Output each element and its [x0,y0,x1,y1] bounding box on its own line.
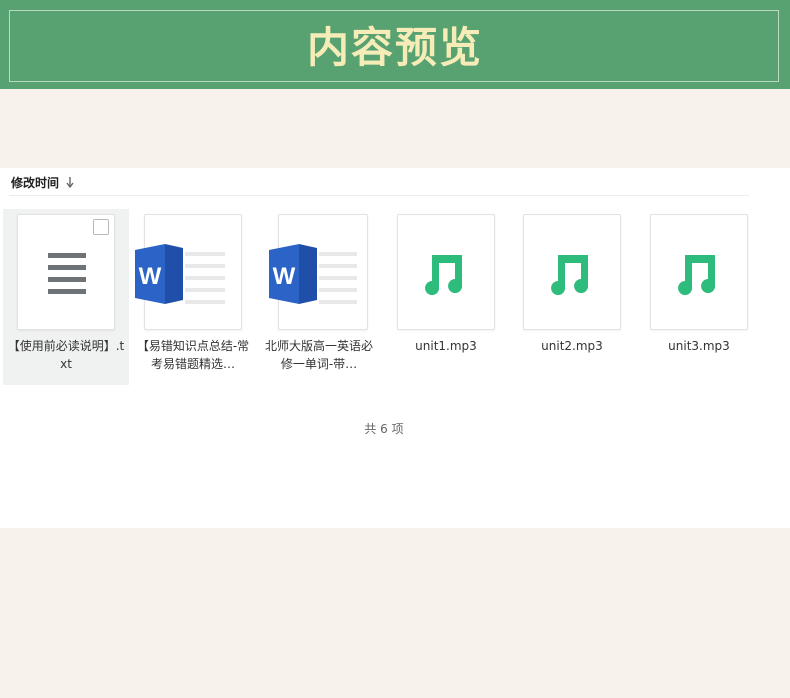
file-thumbnail: W [135,214,242,330]
page-title: 内容预览 [306,23,483,72]
file-thumbnail [650,214,748,330]
word-file-icon: W [135,244,183,304]
file-item[interactable]: unit3.mp3 [636,209,762,385]
arrow-down-icon [66,176,74,189]
text-file-icon-line [48,265,86,270]
file-item[interactable]: W 【易错知识点总结-常考易错题精选… [130,209,256,385]
file-name: 【使用前必读说明】.txt [7,339,125,371]
file-thumbnail: W [269,214,368,330]
file-name: 【易错知识点总结-常考易错题精选… [136,339,250,371]
file-item[interactable]: W 北师大版高一英语必修一单词-带… [256,209,382,385]
header-banner: 内容预览 [0,0,790,89]
text-file-icon-line [48,277,86,282]
music-file-icon [551,255,589,295]
file-name: 北师大版高一英语必修一单词-带… [264,339,373,371]
word-file-icon: W [269,244,317,304]
sort-label: 修改时间 [11,175,60,190]
file-item[interactable]: 【使用前必读说明】.txt [3,209,129,385]
select-checkbox[interactable] [93,219,109,235]
svg-text:W: W [139,263,162,290]
divider [9,195,749,196]
text-file-icon [48,253,86,258]
file-browser-panel: 修改时间 【使用前必读说明】.txt W 【易错知识点总结-常考易错题精选… W… [0,168,790,528]
item-count: 共 6 项 [364,422,404,436]
music-file-icon [678,255,716,295]
music-file-icon [425,255,463,295]
sort-control[interactable]: 修改时间 [11,174,74,190]
file-name: unit3.mp3 [668,339,730,353]
file-thumbnail [17,214,115,330]
svg-text:W: W [273,263,296,290]
file-name: unit1.mp3 [415,339,477,353]
file-item[interactable]: unit1.mp3 [383,209,509,385]
file-thumbnail [523,214,621,330]
text-file-icon-line [48,289,86,294]
file-thumbnail [397,214,495,330]
file-name: unit2.mp3 [541,339,603,353]
file-item[interactable]: unit2.mp3 [509,209,635,385]
